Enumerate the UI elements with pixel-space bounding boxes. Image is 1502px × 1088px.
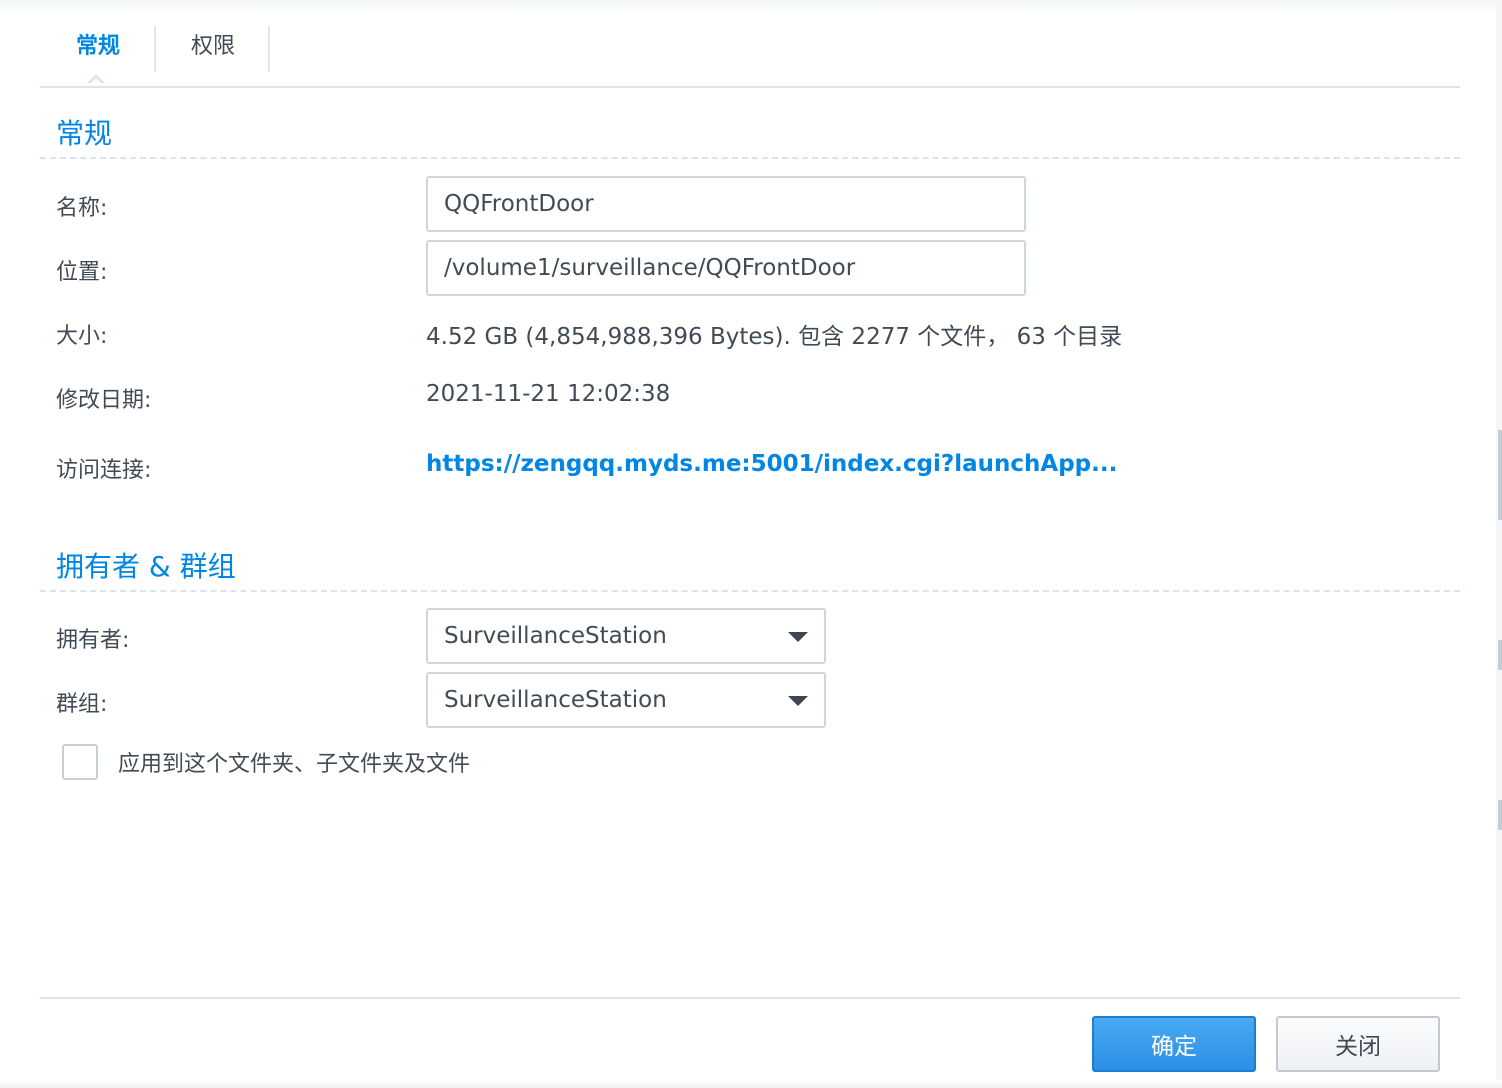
dialog-title-strip bbox=[0, 0, 1502, 14]
location-label: 位置: bbox=[56, 260, 108, 285]
tab-bar: 常规 权限 bbox=[40, 22, 1460, 88]
tab-permission[interactable]: 权限 bbox=[156, 22, 270, 72]
section-divider bbox=[40, 157, 1460, 159]
modified-date-value: 2021-11-21 12:02:38 bbox=[426, 381, 671, 407]
ok-button[interactable]: 确定 bbox=[1092, 1016, 1256, 1072]
apply-recursive-label[interactable]: 应用到这个文件夹、子文件夹及文件 bbox=[118, 746, 470, 778]
edge-marker bbox=[1498, 640, 1502, 670]
group-select[interactable]: SurveillanceStation bbox=[426, 672, 826, 728]
access-link-label: 访问连接: bbox=[56, 458, 152, 483]
section-title-owner-group: 拥有者 & 群组 bbox=[56, 550, 236, 583]
name-field[interactable] bbox=[426, 176, 1026, 232]
group-select-value: SurveillanceStation bbox=[444, 687, 667, 713]
tab-divider bbox=[268, 26, 270, 72]
owner-select[interactable]: SurveillanceStation bbox=[426, 608, 826, 664]
access-link[interactable]: https://zengqq.myds.me:5001/index.cgi?la… bbox=[426, 451, 1117, 477]
close-button[interactable]: 关闭 bbox=[1276, 1016, 1440, 1072]
modified-date-label: 修改日期: bbox=[56, 388, 152, 413]
section-divider bbox=[40, 590, 1460, 592]
window-edge bbox=[1496, 0, 1502, 1088]
group-label: 群组: bbox=[56, 692, 108, 717]
edge-marker bbox=[1498, 800, 1502, 830]
chevron-down-icon[interactable] bbox=[788, 696, 808, 706]
edge-marker bbox=[1498, 430, 1502, 520]
owner-select-value: SurveillanceStation bbox=[444, 623, 667, 649]
section-title-general: 常规 bbox=[56, 117, 113, 150]
location-field[interactable] bbox=[426, 240, 1026, 296]
size-value: 4.52 GB (4,854,988,396 Bytes). 包含 2277 个… bbox=[426, 324, 1123, 350]
chevron-down-icon[interactable] bbox=[788, 632, 808, 642]
apply-recursive-checkbox[interactable] bbox=[62, 744, 98, 780]
size-label: 大小: bbox=[56, 324, 108, 349]
caret-up-icon-fill bbox=[89, 78, 103, 85]
tab-general[interactable]: 常规 bbox=[40, 22, 156, 72]
owner-label: 拥有者: bbox=[56, 628, 130, 653]
window-bottom-edge bbox=[0, 1080, 1502, 1088]
name-label: 名称: bbox=[56, 196, 108, 221]
footer-divider bbox=[40, 997, 1460, 999]
